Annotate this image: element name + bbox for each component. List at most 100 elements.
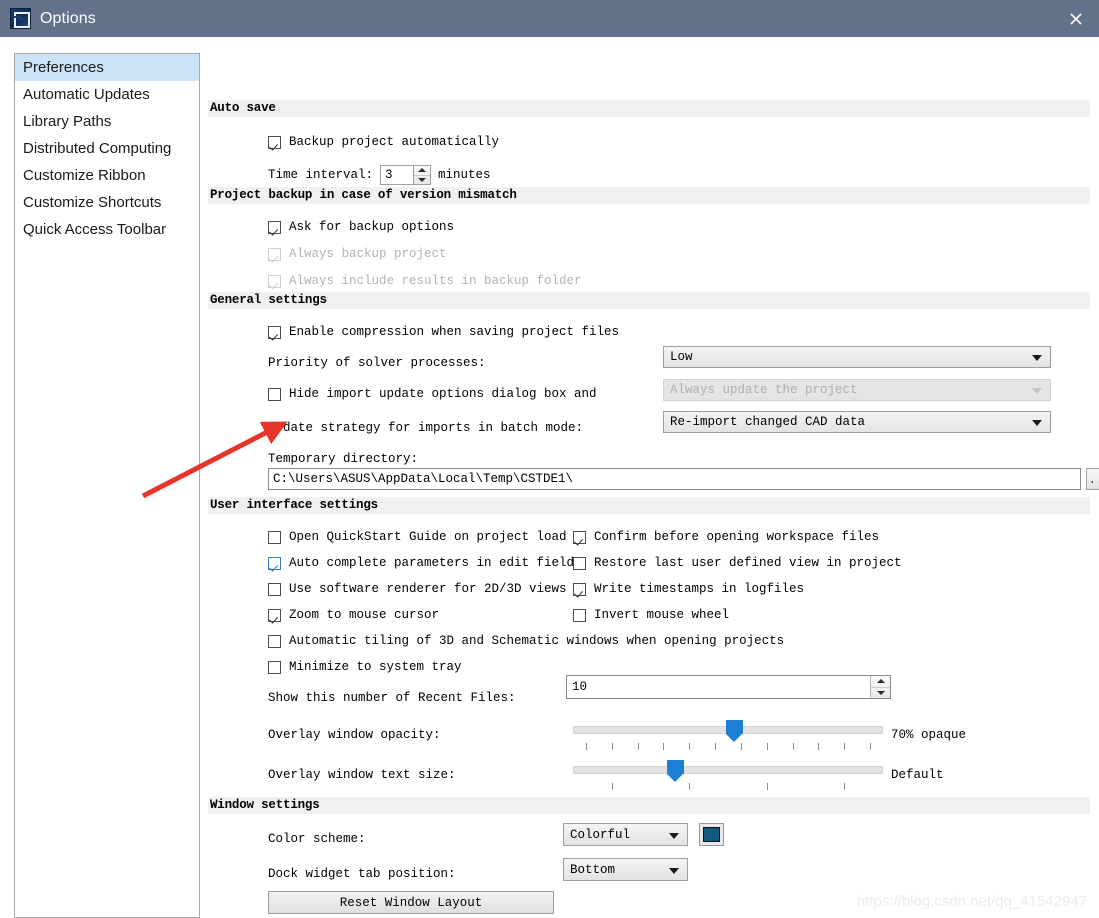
section-header-auto-save: Auto save <box>208 100 1090 117</box>
chevron-down-icon <box>669 867 679 874</box>
checkbox-row-use-software-renderer[interactable]: Use software renderer for 2D/3D views <box>268 582 567 596</box>
settings-category-list[interactable]: Preferences Automatic Updates Library Pa… <box>14 53 200 918</box>
reset-window-layout-button[interactable]: Reset Window Layout <box>268 891 554 914</box>
sidebar-item-label: Distributed Computing <box>23 140 172 157</box>
sidebar-item-label: Library Paths <box>23 113 112 130</box>
sidebar-item-preferences[interactable]: Preferences <box>15 54 199 81</box>
slider-tick <box>767 743 768 750</box>
checkbox-row-open-quickstart-guide[interactable]: Open QuickStart Guide on project load <box>268 530 567 544</box>
checkbox-row-hide-import-update-options[interactable]: Hide import update options dialog box an… <box>268 387 597 401</box>
watermark-text: https://blog.csdn.net/qq_41542947 <box>856 893 1087 910</box>
checkbox-row-enable-compression[interactable]: Enable compression when saving project f… <box>268 325 619 339</box>
time-interval-increment-button[interactable] <box>414 166 431 176</box>
overlay-window-text-size-label: Overlay window text size: <box>268 768 456 782</box>
overlay-window-opacity-slider[interactable] <box>573 720 883 752</box>
preferences-panel: Auto save Backup project automatically T… <box>208 53 1099 918</box>
slider-tick <box>818 743 819 750</box>
slider-tick <box>612 743 613 750</box>
checkbox-use-software-renderer[interactable] <box>268 582 281 596</box>
checkbox-label: Minimize to system tray <box>289 660 462 674</box>
section-header-general-settings: General settings <box>208 292 1090 309</box>
checkbox-always-backup-project <box>268 247 281 261</box>
checkbox-label: Always backup project <box>289 247 447 261</box>
chevron-down-icon <box>1032 420 1042 426</box>
dropdown-value: Always update the project <box>670 383 858 397</box>
checkbox-row-backup-project-automatically[interactable]: Backup project automatically <box>268 135 499 149</box>
recent-files-stepper[interactable]: 10 <box>566 675 891 699</box>
sidebar-item-label: Automatic Updates <box>23 86 150 103</box>
sidebar-item-quick-access-toolbar[interactable]: Quick Access Toolbar <box>15 216 199 243</box>
checkbox-label: Backup project automatically <box>289 135 500 149</box>
checkbox-write-timestamps-in-logfiles[interactable] <box>573 582 586 596</box>
slider-tick <box>741 743 742 750</box>
dock-widget-tab-position-label: Dock widget tab position: <box>268 867 456 881</box>
time-interval-value[interactable]: 3 <box>381 166 413 184</box>
recent-files-value[interactable]: 10 <box>567 676 870 698</box>
checkbox-row-automatic-tiling[interactable]: Automatic tiling of 3D and Schematic win… <box>268 634 784 648</box>
checkbox-confirm-before-opening-workspace-files[interactable] <box>573 530 586 544</box>
checkbox-label: Restore last user defined view in projec… <box>594 556 902 570</box>
checkbox-row-zoom-to-mouse-cursor[interactable]: Zoom to mouse cursor <box>268 608 439 622</box>
checkbox-hide-import-update-options[interactable] <box>268 387 281 401</box>
checkbox-row-write-timestamps-in-logfiles[interactable]: Write timestamps in logfiles <box>573 582 804 596</box>
temporary-directory-input[interactable]: C:\Users\ASUS\AppData\Local\Temp\CSTDE1\ <box>268 468 1081 490</box>
checkbox-ask-for-backup-options[interactable] <box>268 220 281 234</box>
time-interval-stepper[interactable]: 3 <box>380 165 432 185</box>
temporary-directory-label: Temporary directory: <box>268 452 419 466</box>
checkbox-row-restore-last-user-defined-view[interactable]: Restore last user defined view in projec… <box>573 556 902 570</box>
color-swatch-button[interactable] <box>699 823 724 846</box>
checkbox-backup-project-automatically[interactable] <box>268 135 281 149</box>
overlay-window-opacity-value: 70% opaque <box>891 728 967 742</box>
sidebar-item-customize-shortcuts[interactable]: Customize Shortcuts <box>15 189 199 216</box>
slider-track[interactable] <box>573 766 883 774</box>
checkbox-label: Hide import update options dialog box an… <box>289 387 597 401</box>
checkbox-row-invert-mouse-wheel[interactable]: Invert mouse wheel <box>573 608 729 622</box>
dialog-body: Preferences Automatic Updates Library Pa… <box>0 37 1099 918</box>
sidebar-item-distributed-computing[interactable]: Distributed Computing <box>15 135 199 162</box>
recent-files-increment-button[interactable] <box>871 676 890 688</box>
slider-handle[interactable] <box>667 760 685 782</box>
checkbox-row-confirm-before-opening-workspace-files[interactable]: Confirm before opening workspace files <box>573 530 879 544</box>
checkbox-row-minimize-to-system-tray[interactable]: Minimize to system tray <box>268 660 462 674</box>
checkbox-row-ask-for-backup-options[interactable]: Ask for backup options <box>268 220 454 234</box>
checkbox-enable-compression[interactable] <box>268 325 281 339</box>
checkbox-row-always-backup-project: Always backup project <box>268 247 447 261</box>
checkbox-label: Invert mouse wheel <box>594 608 730 622</box>
color-scheme-label: Color scheme: <box>268 832 366 846</box>
close-icon[interactable] <box>1053 0 1099 37</box>
priority-of-solver-processes-dropdown[interactable]: Low <box>663 346 1051 368</box>
chevron-down-icon <box>1032 388 1042 394</box>
dock-widget-tab-position-dropdown[interactable]: Bottom <box>563 858 688 881</box>
section-header-user-interface-settings: User interface settings <box>208 497 1090 514</box>
checkbox-label: Ask for backup options <box>289 220 455 234</box>
slider-tick <box>638 743 639 750</box>
browse-directory-button[interactable]: .. <box>1086 468 1099 490</box>
slider-tick <box>612 783 613 790</box>
overlay-window-text-size-slider[interactable] <box>573 760 883 792</box>
checkbox-restore-last-user-defined-view[interactable] <box>573 556 586 570</box>
sidebar-item-library-paths[interactable]: Library Paths <box>15 108 199 135</box>
sidebar-item-automatic-updates[interactable]: Automatic Updates <box>15 81 199 108</box>
checkbox-label: Write timestamps in logfiles <box>594 582 805 596</box>
time-interval-decrement-button[interactable] <box>414 176 430 185</box>
checkbox-row-auto-complete-parameters[interactable]: Auto complete parameters in edit fields <box>268 556 582 570</box>
checkbox-automatic-tiling[interactable] <box>268 634 281 648</box>
sidebar-item-label: Customize Ribbon <box>23 167 146 184</box>
slider-tick <box>844 783 845 790</box>
checkbox-open-quickstart-guide[interactable] <box>268 530 281 544</box>
update-strategy-dropdown[interactable]: Re-import changed CAD data <box>663 411 1051 433</box>
checkbox-always-include-results-in-backup-folder <box>268 274 281 288</box>
checkbox-minimize-to-system-tray[interactable] <box>268 660 281 674</box>
checkbox-zoom-to-mouse-cursor[interactable] <box>268 608 281 622</box>
dropdown-value: Colorful <box>570 827 631 842</box>
recent-files-decrement-button[interactable] <box>871 688 890 699</box>
hide-import-update-options-dropdown: Always update the project <box>663 379 1051 401</box>
chevron-down-icon <box>1032 355 1042 361</box>
checkbox-invert-mouse-wheel[interactable] <box>573 608 586 622</box>
sidebar-item-customize-ribbon[interactable]: Customize Ribbon <box>15 162 199 189</box>
checkbox-row-always-include-results: Always include results in backup folder <box>268 274 582 288</box>
checkbox-auto-complete-parameters[interactable] <box>268 556 281 570</box>
slider-handle[interactable] <box>726 720 744 742</box>
color-scheme-dropdown[interactable]: Colorful <box>563 823 688 846</box>
slider-tick <box>870 743 871 750</box>
